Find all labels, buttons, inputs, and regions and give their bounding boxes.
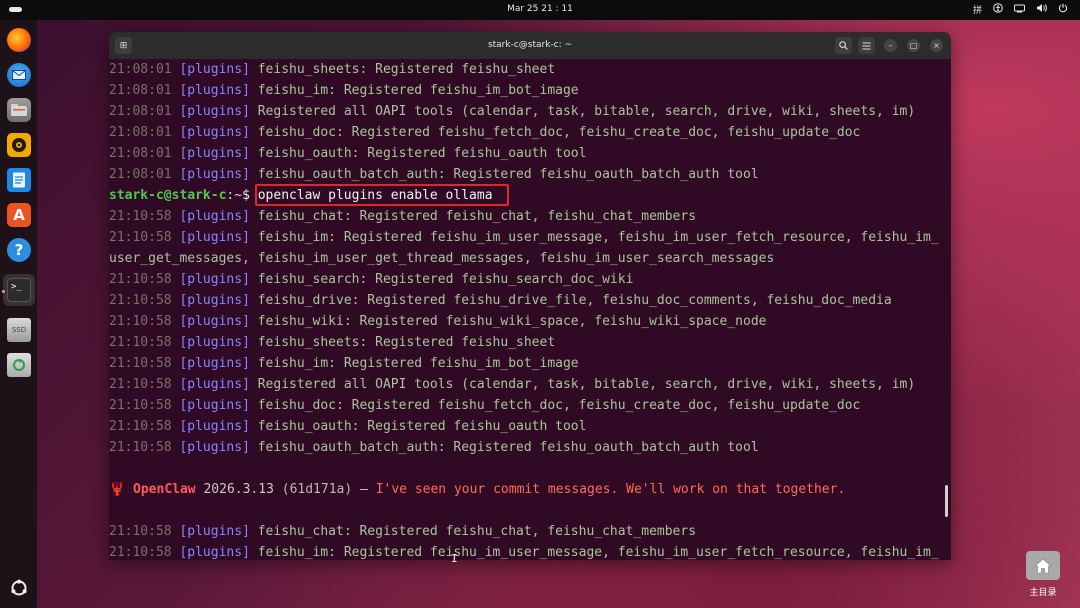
openclaw-banner: 🦞 OpenClaw 2026.3.13 (61d171a) — I've se… [109,482,846,497]
title-bar[interactable]: ⊞ stark-c@stark-c: ~ – □ × [109,32,951,59]
clock[interactable]: Mar 25 21 : 11 [0,4,1080,14]
log-line: 21:10:58 [plugins] feishu_drive: Registe… [109,293,892,308]
firefox-icon[interactable] [7,28,31,52]
ssd-drive-icon[interactable]: SSD [7,318,31,342]
volume-icon[interactable] [1036,3,1047,16]
lobster-icon: 🦞 [109,482,126,497]
log-line: 21:10:58 [plugins] feishu_chat: Register… [109,524,697,539]
app-center-icon[interactable]: A [7,203,31,227]
close-button[interactable]: × [930,39,943,52]
home-folder-icon[interactable] [1026,551,1060,580]
log-line: 21:10:58 [plugins] feishu_doc: Registere… [109,398,861,413]
home-folder-label: 主目录 [1029,588,1057,598]
log-line: 21:08:01 [plugins] Registered all OAPI t… [109,104,916,119]
libreoffice-writer-icon[interactable] [7,168,31,192]
maximize-button[interactable]: □ [907,39,920,52]
rhythmbox-icon[interactable] [7,133,31,157]
menu-icon[interactable] [858,37,875,54]
terminal-icon[interactable]: >_ [7,278,31,302]
command-highlight-box [255,184,509,206]
log-line: 21:08:01 [plugins] feishu_sheets: Regist… [109,62,556,77]
log-line: 21:08:01 [plugins] feishu_doc: Registere… [109,125,861,140]
text-cursor-icon: I [451,552,458,565]
show-apps-icon[interactable] [7,576,31,600]
thunderbird-icon[interactable] [7,63,31,87]
log-line: 21:10:58 [plugins] feishu_oauth_batch_au… [109,440,759,455]
system-tray[interactable]: 拼 [973,3,1068,16]
files-icon[interactable] [7,98,31,122]
top-bar: Mar 25 21 : 11 拼 [0,0,1080,20]
log-line: 21:10:58 [plugins] feishu_im: Registered… [109,230,939,245]
search-icon[interactable] [835,37,852,54]
log-line: 21:08:01 [plugins] feishu_oauth_batch_au… [109,167,759,182]
network-icon[interactable] [1014,3,1025,16]
accessibility-icon[interactable] [993,3,1003,16]
log-line: 21:10:58 [plugins] Registered all OAPI t… [109,377,916,392]
log-line: 21:10:58 [plugins] feishu_sheets: Regist… [109,335,556,350]
log-line: 21:10:58 [plugins] feishu_im: Registered… [109,545,939,560]
running-indicator [2,290,5,293]
minimize-button[interactable]: – [884,39,897,52]
terminal-output[interactable]: 21:08:01 [plugins] feishu_sheets: Regist… [109,59,951,560]
log-line: 21:08:01 [plugins] feishu_im: Registered… [109,83,579,98]
power-icon[interactable] [1058,3,1068,16]
log-line: 21:10:58 [plugins] feishu_search: Regist… [109,272,634,287]
trash-icon[interactable] [7,353,31,377]
help-icon[interactable]: ? [7,238,31,262]
scrollbar-thumb[interactable] [945,485,948,517]
log-line: 21:08:01 [plugins] feishu_oauth: Registe… [109,146,587,161]
input-method-indicator[interactable]: 拼 [973,3,982,16]
terminal-window: ⊞ stark-c@stark-c: ~ – □ × 21:08:01 [plu… [109,32,951,560]
prompt-path: ~ [234,188,243,203]
log-line: 21:10:58 [plugins] feishu_wiki: Register… [109,314,767,329]
log-line: 21:10:58 [plugins] feishu_chat: Register… [109,209,697,224]
log-line: 21:10:58 [plugins] feishu_im: Registered… [109,356,579,371]
log-line-wrapped: user_get_messages, feishu_im_user_get_th… [109,251,775,266]
prompt-user: stark-c@stark-c [109,188,227,203]
dock: A ? >_ SSD [0,20,37,608]
window-title: stark-c@stark-c: ~ [487,40,573,50]
log-line: 21:10:58 [plugins] feishu_oauth: Registe… [109,419,587,434]
